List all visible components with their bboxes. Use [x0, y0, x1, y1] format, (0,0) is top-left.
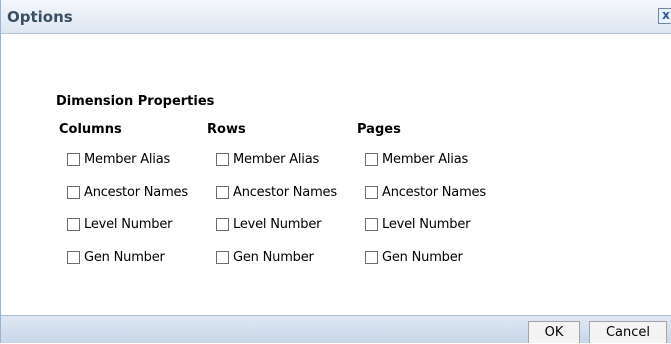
checkbox-label: Ancestor Names: [84, 184, 188, 200]
checkbox-icon[interactable]: [67, 152, 80, 166]
checkbox-label: Gen Number: [382, 249, 463, 265]
checkbox-icon[interactable]: [216, 185, 229, 199]
ok-button[interactable]: OK: [528, 321, 580, 343]
checkbox-label: Gen Number: [233, 249, 314, 265]
checkbox-label: Ancestor Names: [382, 184, 486, 200]
dialog-title: Options: [7, 8, 73, 26]
checkbox-icon[interactable]: [216, 250, 229, 264]
checkbox-label: Member Alias: [84, 151, 171, 167]
checkbox-icon[interactable]: [365, 217, 378, 231]
options-dialog: Options x Dimension Properties Columns M…: [0, 0, 671, 343]
close-icon[interactable]: x: [658, 8, 671, 24]
checkbox-icon[interactable]: [365, 152, 378, 166]
checkbox-label: Member Alias: [233, 151, 320, 167]
checkbox-icon[interactable]: [67, 185, 80, 199]
rows-ancestor-names-checkbox[interactable]: Ancestor Names: [216, 184, 337, 200]
rows-heading: Rows: [207, 122, 246, 137]
rows-level-number-checkbox[interactable]: Level Number: [216, 216, 321, 232]
checkbox-icon[interactable]: [365, 185, 378, 199]
cancel-button[interactable]: Cancel: [589, 321, 667, 343]
checkbox-icon[interactable]: [67, 250, 80, 264]
rows-gen-number-checkbox[interactable]: Gen Number: [216, 249, 314, 265]
pages-heading: Pages: [357, 122, 401, 137]
checkbox-icon[interactable]: [365, 250, 378, 264]
columns-member-alias-checkbox[interactable]: Member Alias: [67, 151, 170, 167]
checkbox-label: Gen Number: [84, 249, 165, 265]
checkbox-label: Level Number: [382, 216, 471, 232]
checkbox-label: Ancestor Names: [233, 184, 337, 200]
section-title: Dimension Properties: [56, 94, 215, 109]
checkbox-icon[interactable]: [67, 217, 80, 231]
pages-member-alias-checkbox[interactable]: Member Alias: [365, 151, 468, 167]
columns-gen-number-checkbox[interactable]: Gen Number: [67, 249, 165, 265]
pages-ancestor-names-checkbox[interactable]: Ancestor Names: [365, 184, 486, 200]
dialog-titlebar: Options x: [1, 0, 671, 34]
columns-level-number-checkbox[interactable]: Level Number: [67, 216, 172, 232]
checkbox-label: Level Number: [84, 216, 173, 232]
checkbox-icon[interactable]: [216, 152, 229, 166]
columns-heading: Columns: [59, 122, 122, 137]
pages-level-number-checkbox[interactable]: Level Number: [365, 216, 470, 232]
checkbox-label: Level Number: [233, 216, 322, 232]
checkbox-label: Member Alias: [382, 151, 469, 167]
pages-gen-number-checkbox[interactable]: Gen Number: [365, 249, 463, 265]
checkbox-icon[interactable]: [216, 217, 229, 231]
rows-member-alias-checkbox[interactable]: Member Alias: [216, 151, 319, 167]
columns-ancestor-names-checkbox[interactable]: Ancestor Names: [67, 184, 188, 200]
